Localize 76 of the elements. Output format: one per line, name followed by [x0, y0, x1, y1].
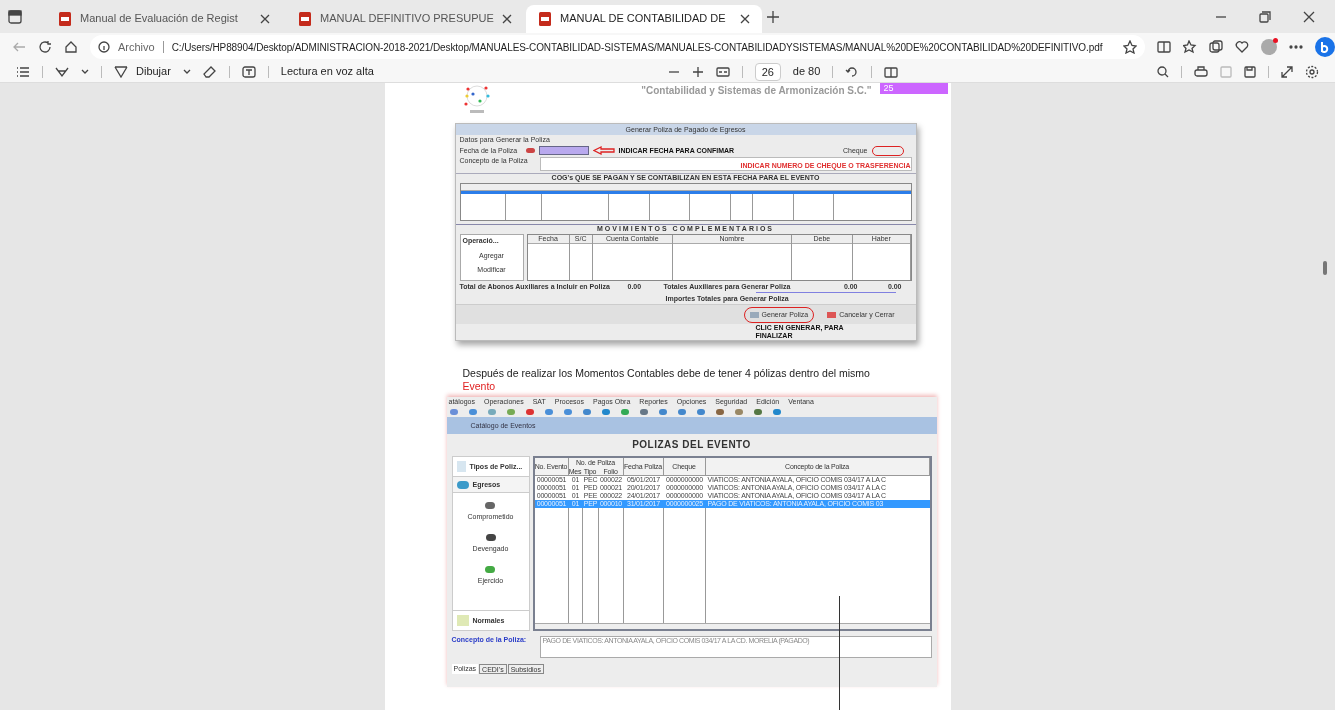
tab-title: MANUAL DE CONTABILIDAD DE: [560, 11, 727, 27]
toolbar-icon[interactable]: [715, 409, 724, 415]
toolbar-icon[interactable]: [620, 409, 629, 415]
address-bar[interactable]: Archivo C:/Users/HP88904/Desktop/ADMINISTRACION-2018-2021/Desktop/MANUALES-CONTABILIDAD-SISTEMAS/MANUALES-CONTABILIDADYSISTEMAS/MANUAL%20DE%20CONTABILIDAD%20DEFINITIVO.pdf: [90, 35, 1145, 59]
restore-icon[interactable]: [1259, 10, 1271, 23]
toolbar-icon[interactable]: [658, 409, 667, 415]
close-icon[interactable]: [740, 13, 750, 24]
vertical-scrollbar[interactable]: [1323, 261, 1327, 275]
save-as-icon[interactable]: [1244, 65, 1256, 78]
eraser-icon[interactable]: [202, 65, 217, 78]
toolbar-icon[interactable]: [734, 409, 743, 415]
toolbar-icon[interactable]: [753, 409, 762, 415]
profile-avatar[interactable]: [1261, 39, 1277, 55]
read-aloud-button[interactable]: Lectura en voz alta: [241, 63, 374, 80]
date-field: [538, 146, 589, 156]
rotate-icon[interactable]: [845, 65, 860, 78]
close-icon[interactable]: [1303, 10, 1315, 23]
info-icon: [98, 41, 110, 53]
copilot-button[interactable]: [1315, 37, 1335, 57]
toolbar-icon[interactable]: [525, 409, 534, 415]
chevron-down-icon[interactable]: [81, 68, 89, 75]
page-total: de 80: [792, 64, 821, 80]
print-icon[interactable]: [1194, 65, 1208, 78]
company-header: "Contabilidad y Sistemas de Armonización S.C.": [641, 84, 872, 98]
tab-title: Manual de Evaluación de Regist: [80, 11, 239, 27]
zoom-in-icon[interactable]: [691, 65, 704, 78]
tab-title: MANUAL DEFINITIVO PRESUPUE: [320, 11, 494, 27]
paragraph: Después de realizar los Momentos Contables debe de tener 4 pólizas dentro del mismo Evento: [462, 367, 871, 393]
toolbar-icon[interactable]: [506, 409, 515, 415]
split-screen-icon[interactable]: [1157, 40, 1171, 54]
horizontal-scrollbar[interactable]: [534, 623, 930, 629]
chevron-down-icon[interactable]: [182, 68, 191, 75]
b-logo-icon: [1320, 41, 1330, 53]
browser-tab[interactable]: Manual de Evaluación de Regist: [46, 4, 282, 33]
home-icon[interactable]: [64, 40, 78, 54]
pdf-file-icon: [298, 10, 312, 27]
calendar-icon: [525, 148, 535, 154]
favorites-icon[interactable]: [1183, 40, 1197, 54]
collections-icon[interactable]: [1209, 40, 1223, 54]
favorite-star-icon[interactable]: [1123, 40, 1137, 54]
toolbar-icon[interactable]: [772, 409, 781, 415]
settings-icon[interactable]: [1305, 64, 1319, 79]
heart-icon[interactable]: [1235, 40, 1249, 54]
draw-button[interactable]: Dibujar: [114, 63, 171, 80]
pdf-file-icon: [58, 10, 72, 27]
page-view-icon[interactable]: [884, 65, 899, 78]
left-arrow-annotation-icon: [592, 146, 615, 156]
address-prefix: Archivo: [118, 39, 155, 55]
close-icon[interactable]: [260, 13, 270, 24]
contents-list-icon[interactable]: [16, 65, 30, 78]
toolbar-icon[interactable]: [563, 409, 572, 415]
close-icon[interactable]: [501, 13, 512, 24]
fullscreen-icon[interactable]: [1281, 65, 1293, 78]
toolbar-icon[interactable]: [544, 409, 553, 415]
page-number-band: 25: [879, 83, 948, 94]
address-url: C:/Users/HP88904/Desktop/ADMINISTRACION-2018-2021/Desktop/MANUALES-CONTABILIDAD-SISTEMAS/MANUALES-CONTABILIDADYSISTEMAS/MANUAL%20DE%20CONTABILIDAD%20DEFINITIVO.pdf: [171, 40, 1103, 55]
toolbar-icon[interactable]: [696, 409, 705, 415]
fit-page-icon[interactable]: [715, 65, 730, 78]
toolbar-icon[interactable]: [468, 409, 477, 415]
tab-actions-icon[interactable]: [8, 9, 22, 24]
pdf-file-icon: [538, 10, 552, 27]
browser-tab[interactable]: MANUAL DEFINITIVO PRESUPUE: [286, 4, 522, 33]
toolbar-icon[interactable]: [449, 409, 458, 415]
toolbar-icon[interactable]: [601, 409, 610, 415]
text-box-icon: [241, 65, 256, 78]
events-heading: POLIZAS DEL EVENTO: [632, 439, 751, 451]
toolbar-icon[interactable]: [677, 409, 686, 415]
toolbar-icon[interactable]: [639, 409, 648, 415]
toolbar-icon[interactable]: [582, 409, 591, 415]
browser-tab[interactable]: MANUAL DE CONTABILIDAD DE: [526, 4, 762, 33]
new-tab-icon[interactable]: [766, 9, 780, 24]
search-icon[interactable]: [1157, 65, 1169, 78]
reload-icon[interactable]: [38, 40, 52, 54]
highlighter-icon[interactable]: [55, 65, 69, 78]
page-number-field[interactable]: 26: [754, 62, 781, 81]
pen-icon: [114, 65, 128, 78]
